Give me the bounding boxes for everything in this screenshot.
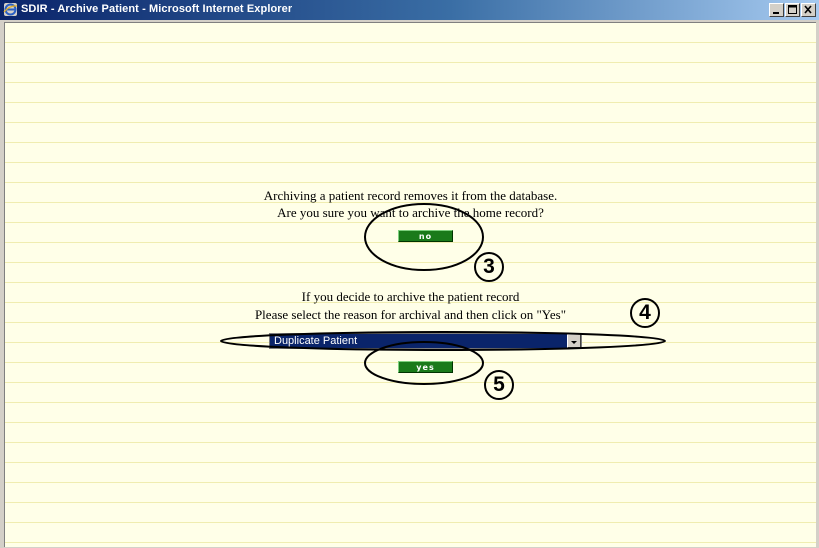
selected-reason: Duplicate Patient xyxy=(274,335,358,347)
dropdown-arrow-button[interactable] xyxy=(567,334,581,348)
page-content: Archiving a patient record removes it fr… xyxy=(4,22,816,547)
window-title: SDIR - Archive Patient - Microsoft Inter… xyxy=(21,3,293,15)
archive-warning-line1: Archiving a patient record removes it fr… xyxy=(263,188,558,203)
no-button[interactable]: no xyxy=(398,230,453,242)
maximize-button[interactable] xyxy=(785,3,800,17)
minimize-icon xyxy=(773,12,779,14)
callout-5: 5 xyxy=(484,370,514,400)
archival-reason-select[interactable]: Duplicate Patient xyxy=(269,333,582,349)
reason-instruction-line2: Please select the reason for archival an… xyxy=(254,307,567,322)
browser-window: SDIR - Archive Patient - Microsoft Inter… xyxy=(0,0,819,548)
ie-logo-icon xyxy=(3,2,18,17)
archive-question-line2: Are you sure you want to archive the hom… xyxy=(277,205,544,220)
close-button[interactable] xyxy=(801,3,816,17)
close-icon xyxy=(804,5,812,14)
chevron-down-icon xyxy=(571,341,577,344)
yes-button[interactable]: yes xyxy=(398,361,453,373)
reason-intro-line1: If you decide to archive the patient rec… xyxy=(301,289,520,304)
maximize-icon xyxy=(788,5,797,14)
minimize-button[interactable] xyxy=(769,3,784,17)
callout-3: 3 xyxy=(474,252,504,282)
callout-4: 4 xyxy=(630,298,660,328)
title-bar[interactable]: SDIR - Archive Patient - Microsoft Inter… xyxy=(0,0,819,20)
